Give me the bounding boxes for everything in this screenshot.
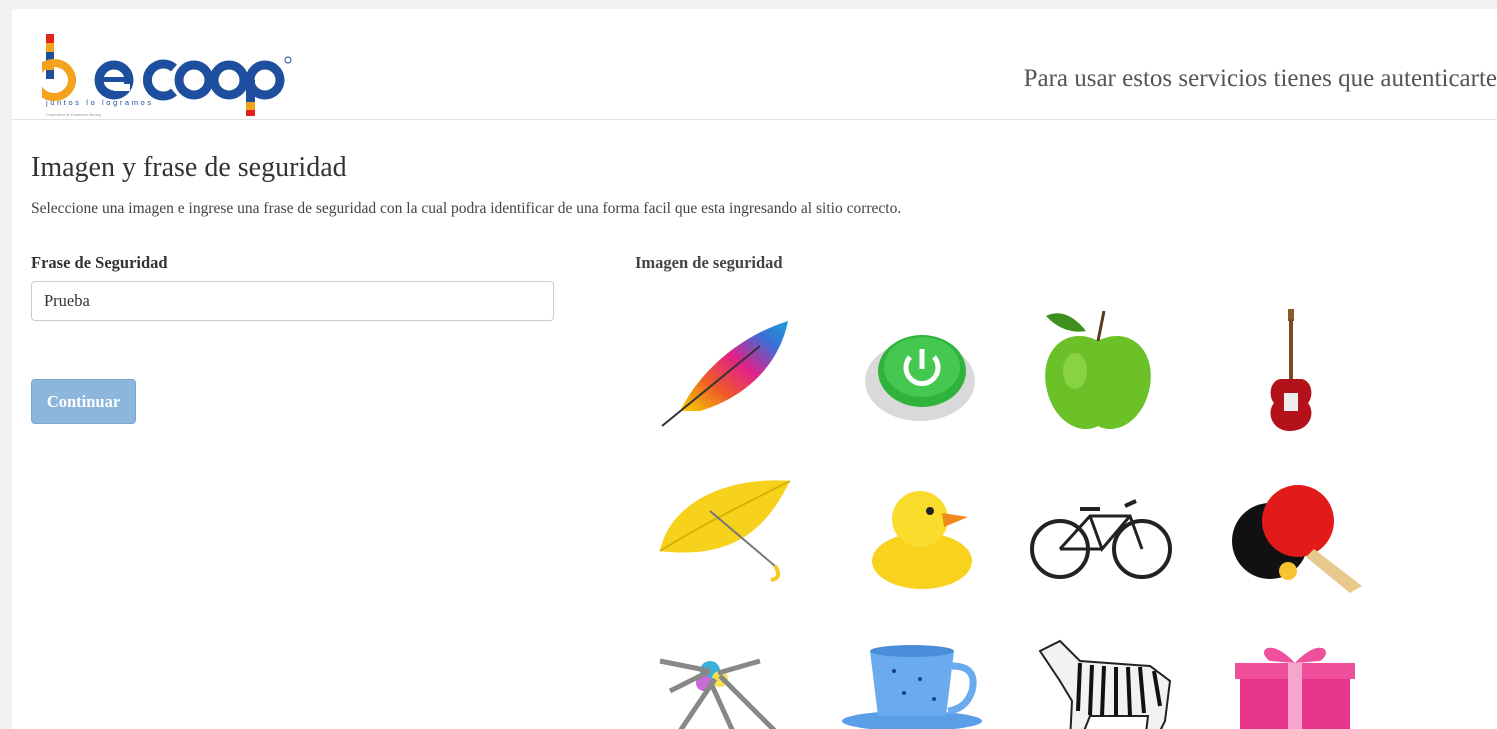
- page-title: Imagen y frase de seguridad: [31, 152, 347, 183]
- teacup-icon: [842, 645, 982, 729]
- image-option-zebra[interactable]: [1020, 621, 1180, 729]
- security-image-grid: [640, 301, 1420, 729]
- power-button-icon: [865, 335, 975, 421]
- page: juntos lo logramos Cooperativa de Emplea…: [12, 9, 1497, 729]
- zebra-icon: [1038, 639, 1172, 729]
- phrase-label: Frase de Seguridad: [31, 253, 168, 272]
- becoop-logo: juntos lo logramos Cooperativa de Emplea…: [42, 34, 292, 117]
- image-option-bicycle[interactable]: [1020, 461, 1180, 601]
- auth-message: Para usar estos servicios tienes que aut…: [1023, 65, 1497, 92]
- rubber-duck-icon: [872, 491, 972, 589]
- image-option-rubber-duck[interactable]: [830, 461, 990, 601]
- image-option-teacup[interactable]: [830, 621, 990, 729]
- image-option-umbrella[interactable]: [640, 461, 800, 601]
- logo-tagline: juntos lo logramos: [45, 98, 154, 107]
- header: juntos lo logramos Cooperativa de Emplea…: [12, 9, 1497, 120]
- apple-icon: [1045, 310, 1151, 430]
- page-description: Seleccione una imagen e ingrese una fras…: [31, 200, 902, 217]
- image-option-keys[interactable]: [640, 621, 800, 729]
- logo-small-text: Cooperativa de Empleados Becoop: [46, 113, 101, 117]
- gift-box-icon: [1235, 647, 1355, 729]
- image-option-ping-pong-paddle[interactable]: [1210, 461, 1370, 601]
- umbrella-icon: [659, 480, 791, 582]
- guitar-icon: [1270, 309, 1312, 431]
- ping-pong-paddle-icon: [1232, 485, 1362, 593]
- image-option-gift-box[interactable]: [1210, 621, 1370, 729]
- keys-icon: [659, 658, 777, 729]
- image-option-power-button[interactable]: [830, 301, 990, 441]
- continue-button[interactable]: Continuar: [31, 379, 136, 424]
- bicycle-icon: [1030, 499, 1172, 579]
- feather-icon: [661, 321, 788, 427]
- image-option-guitar[interactable]: [1210, 301, 1370, 441]
- security-phrase-input[interactable]: [31, 281, 554, 321]
- image-label: Imagen de seguridad: [635, 253, 783, 272]
- image-option-feather[interactable]: [640, 301, 800, 441]
- image-option-apple[interactable]: [1020, 301, 1180, 441]
